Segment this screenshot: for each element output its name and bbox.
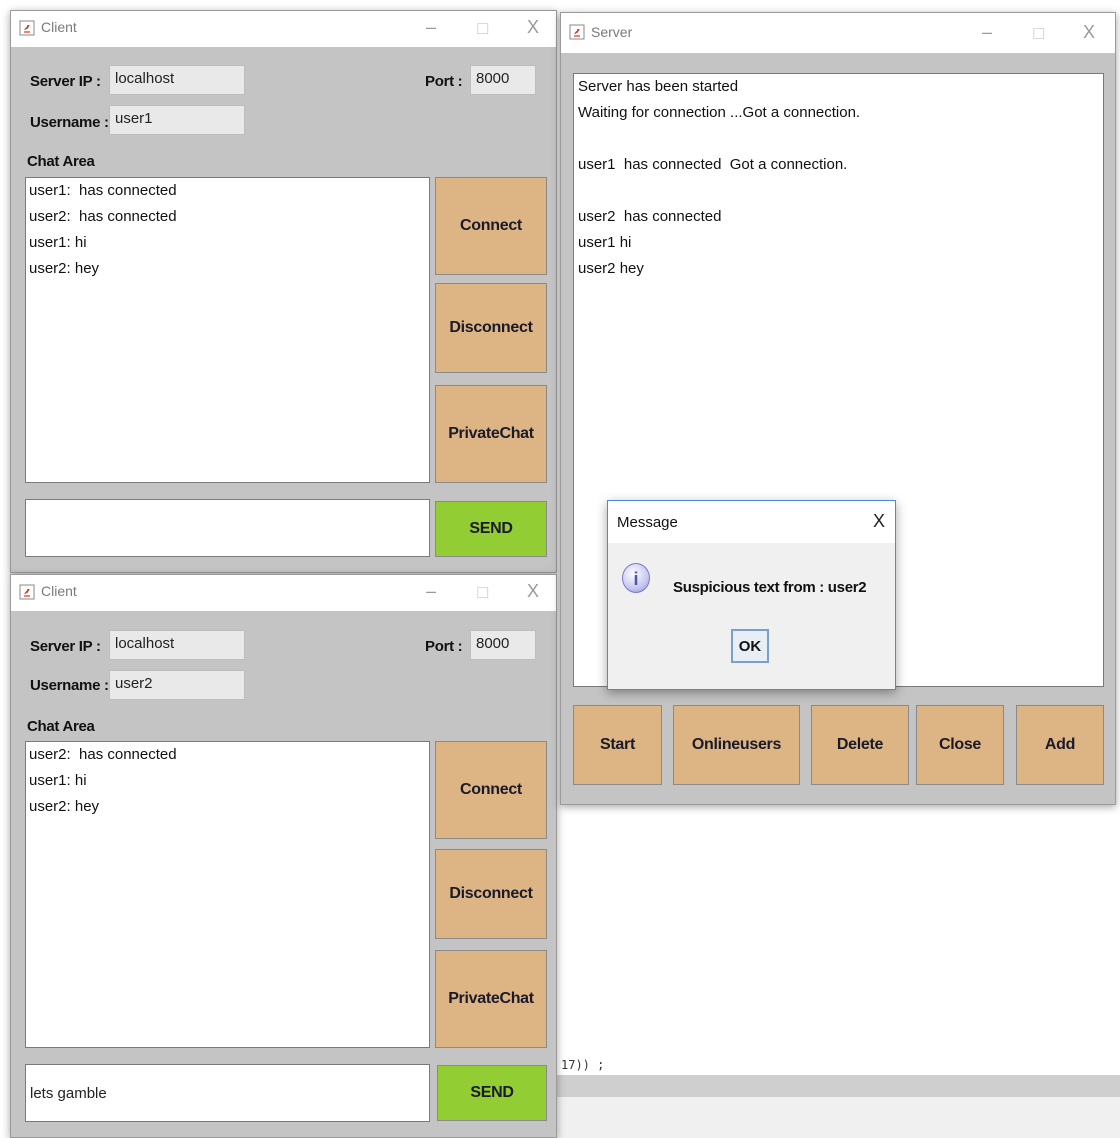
message-input[interactable]: lets gamble (25, 1064, 430, 1122)
delete-button[interactable]: Delete (811, 705, 909, 785)
server-ip-field[interactable]: localhost (109, 65, 245, 95)
onlineusers-button[interactable]: Onlineusers (673, 705, 800, 785)
username-field[interactable]: user1 (109, 105, 245, 135)
send-button[interactable]: SEND (437, 1065, 547, 1121)
message-dialog: Message X i Suspicious text from : user2… (607, 500, 896, 690)
close-icon[interactable]: X (873, 511, 885, 532)
client-titlebar[interactable]: Client – ☐ X (11, 575, 556, 611)
server-ip-field[interactable]: localhost (109, 630, 245, 660)
close-server-button[interactable]: Close (916, 705, 1004, 785)
chat-area-label: Chat Area (27, 718, 95, 735)
username-field[interactable]: user2 (109, 670, 245, 700)
chat-area[interactable]: user2: has connected user1: hi user2: he… (25, 741, 430, 1048)
port-field[interactable]: 8000 (470, 630, 536, 660)
minimize-icon[interactable]: – (426, 581, 436, 602)
dialog-titlebar[interactable]: Message X (608, 501, 895, 543)
dialog-message: Suspicious text from : user2 (673, 579, 867, 596)
minimize-icon[interactable]: – (426, 17, 436, 38)
chat-line: user2: has connected (29, 208, 177, 225)
start-button[interactable]: Start (573, 705, 662, 785)
background-scrollbar (556, 1075, 1120, 1097)
server-titlebar[interactable]: Server – ☐ X (561, 13, 1115, 53)
message-input[interactable] (25, 499, 430, 557)
ok-button[interactable]: OK (731, 629, 769, 663)
background-code-text: 17)) ; (561, 1058, 605, 1072)
chat-area[interactable]: user1: has connected user2: has connecte… (25, 177, 430, 483)
minimize-icon[interactable]: – (982, 22, 992, 43)
window-title: Client (41, 19, 77, 35)
background-panel (556, 1097, 1120, 1138)
info-icon: i (622, 563, 650, 593)
window-title: Server (591, 24, 633, 40)
disconnect-button[interactable]: Disconnect (435, 283, 547, 373)
private-chat-button[interactable]: PrivateChat (435, 950, 547, 1048)
java-icon (19, 584, 35, 600)
private-chat-button[interactable]: PrivateChat (435, 385, 547, 483)
client-titlebar[interactable]: Client – ☐ X (11, 11, 556, 47)
username-label: Username : (30, 677, 109, 694)
chat-line: user1: has connected (29, 182, 177, 199)
java-icon (19, 20, 35, 36)
log-line: user2 has connected (578, 208, 722, 225)
dialog-title: Message (617, 514, 678, 531)
maximize-icon[interactable]: ☐ (476, 20, 489, 38)
port-field[interactable]: 8000 (470, 65, 536, 95)
client-window-1: Client – ☐ X Server IP : localhost Port … (10, 10, 557, 573)
port-label: Port : (425, 638, 463, 655)
log-line: Server has been started (578, 78, 739, 95)
window-title: Client (41, 583, 77, 599)
connect-button[interactable]: Connect (435, 177, 547, 275)
add-button[interactable]: Add (1016, 705, 1104, 785)
chat-line: user2: has connected (29, 746, 177, 763)
log-line: user2 hey (578, 260, 644, 277)
server-ip-label: Server IP : (30, 73, 101, 90)
chat-line: user2: hey (29, 260, 100, 277)
chat-line: user2: hey (29, 798, 100, 815)
send-button[interactable]: SEND (435, 501, 547, 557)
close-icon[interactable]: X (527, 17, 539, 38)
chat-line: user1: hi (29, 234, 87, 251)
disconnect-button[interactable]: Disconnect (435, 849, 547, 939)
chat-area-label: Chat Area (27, 153, 95, 170)
close-icon[interactable]: X (1083, 22, 1095, 43)
username-label: Username : (30, 114, 109, 131)
server-ip-label: Server IP : (30, 638, 101, 655)
chat-line: user1: hi (29, 772, 87, 789)
log-line: user1 has connected Got a connection. (578, 156, 848, 173)
maximize-icon[interactable]: ☐ (476, 584, 489, 602)
log-line: user1 hi (578, 234, 632, 251)
maximize-icon[interactable]: ☐ (1032, 25, 1045, 43)
close-icon[interactable]: X (527, 581, 539, 602)
connect-button[interactable]: Connect (435, 741, 547, 839)
log-line: Waiting for connection ...Got a connecti… (578, 104, 861, 121)
java-icon (569, 24, 585, 40)
port-label: Port : (425, 73, 463, 90)
client-window-2: Client – ☐ X Server IP : localhost Port … (10, 574, 557, 1138)
